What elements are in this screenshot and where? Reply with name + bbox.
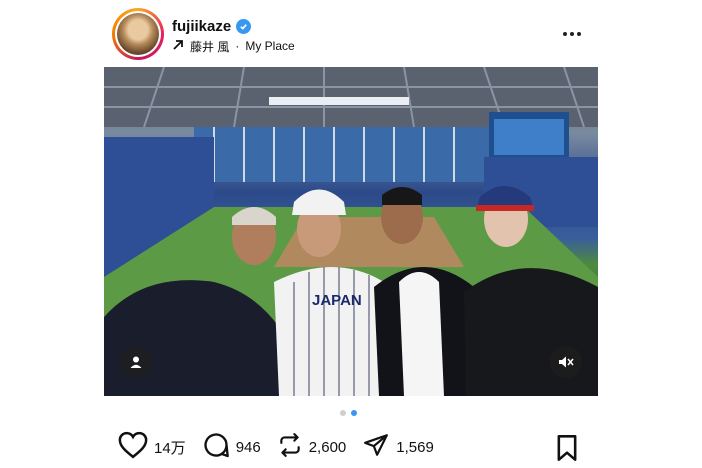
carousel-indicator — [340, 410, 357, 416]
post-photo[interactable]: JAPAN — [104, 67, 598, 396]
location-link[interactable]: My Place — [245, 39, 294, 53]
carousel-dot — [340, 410, 346, 416]
heart-icon[interactable] — [118, 431, 148, 464]
svg-text:JAPAN: JAPAN — [312, 292, 362, 309]
send-icon[interactable] — [362, 432, 390, 463]
muted-speaker-icon[interactable] — [550, 346, 582, 378]
username[interactable]: fujiikaze — [172, 18, 231, 35]
display-name[interactable]: 藤井 風 — [190, 38, 229, 55]
username-row: fujiikaze — [172, 16, 252, 36]
repost-action[interactable]: 2,600 — [277, 432, 347, 463]
post-subtitle: 藤井 風 · My Place — [172, 38, 295, 54]
user-tag-icon[interactable] — [120, 346, 152, 378]
share-action[interactable]: 1,569 — [362, 432, 434, 463]
carousel-dot-active — [351, 410, 357, 416]
action-bar: 14万 946 2,600 1,569 — [118, 431, 450, 464]
arrow-up-right-icon — [172, 39, 184, 54]
post-header: fujiikaze 藤井 風 · My Place — [112, 8, 598, 60]
comment-action[interactable]: 946 — [202, 431, 261, 464]
repost-icon[interactable] — [277, 432, 303, 463]
verified-badge-icon — [236, 18, 252, 34]
bookmark-icon[interactable] — [554, 434, 580, 467]
repost-count: 2,600 — [308, 438, 347, 456]
separator: · — [235, 39, 240, 53]
comment-count: 946 — [235, 438, 261, 456]
like-count: 14万 — [154, 439, 186, 457]
comment-bubble-icon[interactable] — [202, 431, 230, 464]
share-count: 1,569 — [396, 438, 434, 456]
more-options-icon[interactable] — [560, 22, 584, 46]
like-action[interactable]: 14万 — [118, 431, 186, 464]
avatar[interactable] — [112, 8, 164, 60]
